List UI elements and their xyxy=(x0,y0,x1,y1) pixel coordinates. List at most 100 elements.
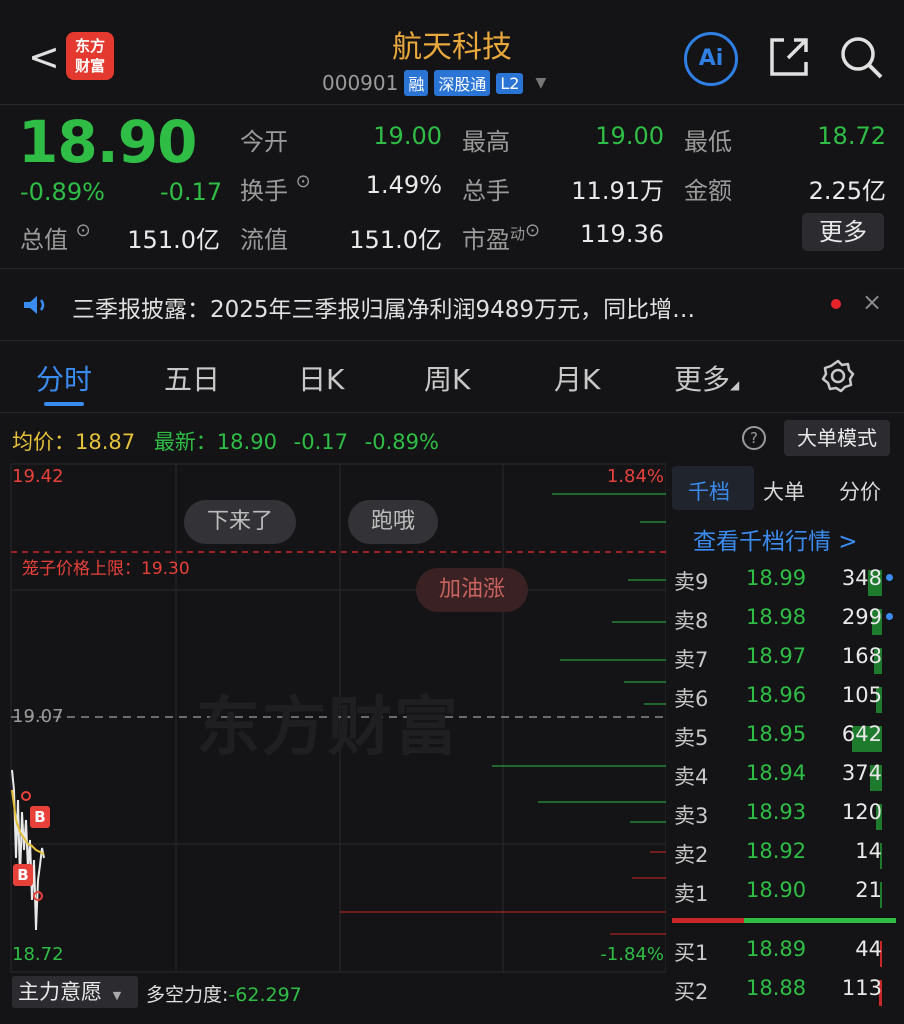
turnover-value: 1.49% xyxy=(365,171,442,199)
tab-big-order[interactable]: 大单 xyxy=(763,476,805,506)
ask-level: 卖7 xyxy=(674,648,709,672)
mktcap-label-text: 总值 xyxy=(20,226,68,254)
ask-level: 卖9 xyxy=(674,570,709,594)
mktcap-label: 总值 ⊙ xyxy=(20,220,91,255)
bull-bear-label: 多空力度: xyxy=(146,984,229,1006)
low-label: 最低 xyxy=(684,128,732,156)
bid-price: 18.88 xyxy=(746,976,807,1000)
ask-volume: 299 xyxy=(841,605,882,629)
tab-depth[interactable]: 千档 xyxy=(688,476,730,506)
ask-price: 18.95 xyxy=(746,722,807,746)
ask-price: 18.92 xyxy=(746,839,807,863)
search-icon[interactable] xyxy=(838,34,884,80)
bid-row[interactable]: 买1 18.89 44 xyxy=(672,937,904,976)
high-label: 最高 xyxy=(462,128,510,156)
ask-level: 卖6 xyxy=(674,687,709,711)
ask-level: 卖3 xyxy=(674,804,709,828)
info-icon[interactable]: ⊙ xyxy=(296,171,311,192)
pe-superscript: 动 xyxy=(510,225,526,243)
volume-value: 11.91万 xyxy=(571,177,664,205)
tab-price-distribution[interactable]: 分价 xyxy=(839,476,881,506)
tab-five-day[interactable]: 五日 xyxy=(164,358,220,398)
stock-code-row[interactable]: 000901 融 深股通 L2 ▼ xyxy=(322,70,546,96)
tab-more-label: 更多 xyxy=(674,363,731,396)
close-icon[interactable]: × xyxy=(862,288,882,316)
ask-level: 卖8 xyxy=(674,609,709,633)
tab-daily-k[interactable]: 日K xyxy=(298,358,344,398)
help-icon[interactable]: ? xyxy=(742,426,766,450)
ask-price: 18.93 xyxy=(746,800,807,824)
volume-label: 总手 xyxy=(462,177,510,205)
ask-row[interactable]: 卖3 18.93 120 xyxy=(672,800,904,839)
comment-bubble[interactable]: 下来了 xyxy=(184,500,296,544)
bid-level: 买1 xyxy=(674,941,709,965)
active-tab-indicator xyxy=(44,402,84,406)
buy-marker[interactable]: B xyxy=(30,806,50,828)
tab-more[interactable]: 更多◢ xyxy=(674,358,739,398)
order-indicator-dot xyxy=(886,574,893,581)
ask-volume: 21 xyxy=(855,878,882,902)
view-depth-link[interactable]: 查看千档行情 > xyxy=(693,522,858,556)
more-button[interactable]: 更多 xyxy=(802,213,884,251)
dropdown-arrow-icon: ▼ xyxy=(112,989,122,1002)
tab-monthly-k[interactable]: 月K xyxy=(554,358,600,398)
ask-price: 18.98 xyxy=(746,605,807,629)
latest-price: 18.90 xyxy=(216,430,277,454)
bid-price: 18.89 xyxy=(746,937,807,961)
trade-point xyxy=(21,791,31,801)
divider xyxy=(0,268,904,269)
info-icon[interactable]: ⊙ xyxy=(76,220,91,241)
connect-tag: 深股通 xyxy=(434,70,491,96)
ask-row[interactable]: 卖7 18.97 168 xyxy=(672,644,904,683)
ask-volume: 105 xyxy=(841,683,882,707)
top-bar: < 东方 财富 航天科技 000901 融 深股通 L2 ▼ Ai xyxy=(0,0,904,104)
y-axis-low: 18.72 xyxy=(12,944,64,965)
info-icon[interactable]: ⊙ xyxy=(525,220,540,241)
corner-arrow-icon: ◢ xyxy=(730,378,740,392)
bid-volume: 44 xyxy=(855,937,882,961)
ask-volume: 120 xyxy=(841,800,882,824)
pe-label-text: 市盈 xyxy=(462,226,510,254)
buy-marker[interactable]: B xyxy=(13,864,33,886)
ask-level: 卖4 xyxy=(674,765,709,789)
tab-weekly-k[interactable]: 周K xyxy=(424,358,470,398)
low-value: 18.72 xyxy=(817,122,886,150)
ask-volume: 168 xyxy=(841,644,882,668)
bid-row[interactable]: 买2 18.88 113 xyxy=(672,976,904,1015)
ask-row[interactable]: 卖4 18.94 374 xyxy=(672,761,904,800)
turnover-label: 换手 ⊙ xyxy=(240,171,311,206)
ai-button[interactable]: Ai xyxy=(684,32,738,86)
comment-bubble[interactable]: 加油涨 xyxy=(416,568,528,612)
latest-pct: -0.89% xyxy=(364,430,439,454)
news-ticker[interactable]: 三季报披露：2025年三季报归属净利润9489万元，同比增… xyxy=(72,290,695,324)
bull-bear-strength: 多空力度:-62.297 xyxy=(146,980,302,1007)
chevron-down-icon[interactable]: ▼ xyxy=(535,75,546,91)
share-icon[interactable] xyxy=(766,34,812,80)
pe-value: 119.36 xyxy=(580,220,664,248)
settings-icon[interactable] xyxy=(820,358,856,394)
l2-tag: L2 xyxy=(496,72,524,94)
ask-strength-bar xyxy=(744,918,896,923)
latest-label: 最新： xyxy=(153,430,217,454)
bid-level: 买2 xyxy=(674,980,709,1004)
mktcap-value: 151.0亿 xyxy=(127,226,220,254)
ask-price: 18.94 xyxy=(746,761,807,785)
pct-axis-low: -1.84% xyxy=(600,944,664,965)
ask-volume: 642 xyxy=(841,722,882,746)
ask-row[interactable]: 卖2 18.92 14 xyxy=(672,839,904,878)
ask-level: 卖5 xyxy=(674,726,709,750)
ask-row[interactable]: 卖5 18.95 642 xyxy=(672,722,904,761)
ask-row[interactable]: 卖8 18.98 299 xyxy=(672,605,904,644)
change-value: -0.17 xyxy=(160,178,223,206)
ask-row[interactable]: 卖9 18.99 348 xyxy=(672,566,904,605)
tab-intraday[interactable]: 分时 xyxy=(36,358,92,398)
ask-row[interactable]: 卖1 18.90 21 xyxy=(672,878,904,917)
cage-limit-label: 笼子价格上限：19.30 xyxy=(22,559,190,579)
ask-row[interactable]: 卖6 18.96 105 xyxy=(672,683,904,722)
comment-bubble[interactable]: 跑哦 xyxy=(348,500,438,544)
margin-tag: 融 xyxy=(404,70,429,96)
big-order-mode-button[interactable]: 大单模式 xyxy=(784,420,890,456)
ask-volume: 374 xyxy=(841,761,882,785)
main-force-dropdown[interactable]: 主力意愿 ▼ xyxy=(12,976,138,1008)
float-value: 151.0亿 xyxy=(349,226,442,254)
